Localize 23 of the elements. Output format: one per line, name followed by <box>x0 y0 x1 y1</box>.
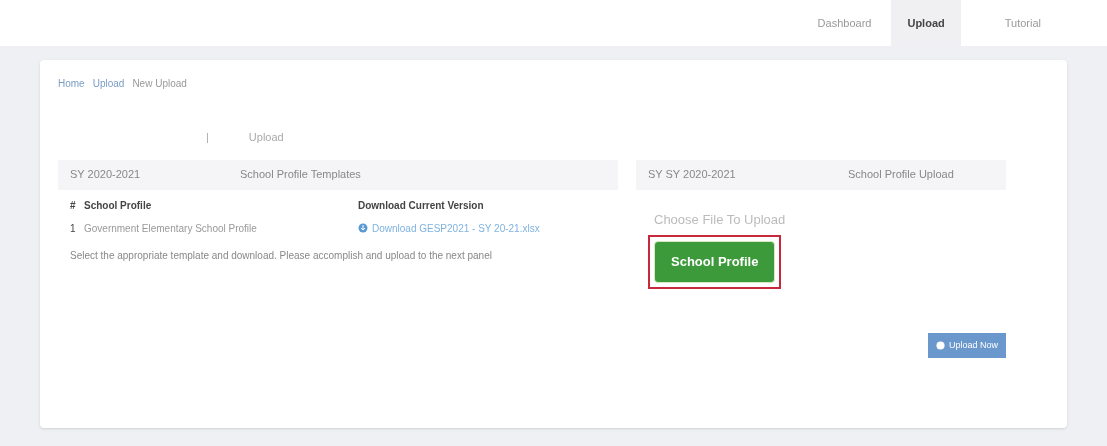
column-header: Download Current Version <box>358 198 484 213</box>
instruction-text: Select the appropriate template and download. Please accomplish and upload to the next panel <box>69 248 493 263</box>
download-icon <box>358 223 368 233</box>
nav-tab[interactable]: Dashboard <box>801 0 888 46</box>
upload-now-button[interactable]: Upload Now <box>927 332 1006 358</box>
breadcrumb-link[interactable]: New Upload <box>132 76 187 91</box>
school-year-label: SY SY 2020-2021 <box>648 167 737 183</box>
breadcrumb-link[interactable]: Home <box>58 76 85 91</box>
file-prompt: Choose File To Upload <box>654 210 787 229</box>
breadcrumb-link[interactable]: Upload <box>92 76 125 91</box>
column-header: School Profile <box>84 198 153 213</box>
tab-separator: | <box>206 130 209 145</box>
nav-tab[interactable]: Upload <box>891 0 961 46</box>
column-header: # <box>70 198 77 213</box>
nav-tab[interactable]: Tutorial <box>988 0 1057 46</box>
table-cell-text: Government Elementary School Profile <box>84 221 258 236</box>
table-cell-text: 1 <box>70 221 77 236</box>
upload-tab[interactable]: Upload <box>248 129 284 146</box>
school-year-label: SY 2020-2021 <box>70 167 142 183</box>
panel-title: School Profile Upload <box>848 167 954 183</box>
download-link[interactable]: Download GESP2021 - SY 20-21.xlsx <box>358 220 540 236</box>
file-button[interactable]: School Profile <box>654 241 776 283</box>
panel-title: School Profile Templates <box>240 167 361 183</box>
